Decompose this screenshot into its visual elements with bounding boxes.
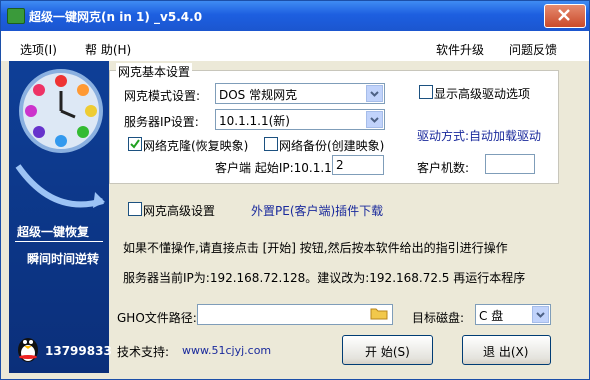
exit-button[interactable]: 退 出(X) bbox=[462, 335, 551, 365]
client-ip-label: 客户端 起始IP:10.1.1. bbox=[215, 161, 336, 175]
clone-label[interactable]: 网络克隆(恢复映象) bbox=[143, 137, 248, 154]
qq-penguin-icon bbox=[18, 338, 38, 362]
target-disk-label: 目标磁盘: bbox=[412, 311, 465, 325]
client-ip-input[interactable]: 2 bbox=[332, 155, 384, 175]
client-count-input[interactable] bbox=[485, 154, 535, 174]
start-button-label: 开 始(S) bbox=[365, 345, 410, 359]
app-icon bbox=[7, 8, 25, 24]
side-banner: 超级一键恢复 瞬间时间逆转 13799833 bbox=[9, 61, 112, 373]
exit-button-label: 退 出(X) bbox=[483, 345, 529, 359]
close-button[interactable] bbox=[544, 4, 586, 28]
clock-logo bbox=[19, 69, 103, 153]
show-advanced-checkbox[interactable] bbox=[419, 85, 433, 99]
backup-checkbox[interactable] bbox=[264, 137, 278, 151]
chevron-down-icon[interactable] bbox=[532, 306, 549, 323]
menu-upgrade[interactable]: 软件升级 bbox=[436, 41, 484, 58]
main-window: 超级一键网克(n in 1) _v5.4.0 选项(I) 帮 助(H) 软件升级… bbox=[0, 0, 590, 380]
mode-value: DOS 常规网克 bbox=[219, 88, 298, 102]
show-advanced-label[interactable]: 显示高级驱动选项 bbox=[434, 85, 530, 102]
support-url-link[interactable]: www.51cjyj.com bbox=[182, 344, 271, 357]
sidebar-tagline-2: 瞬间时间逆转 bbox=[27, 252, 100, 266]
clone-checkbox[interactable] bbox=[128, 137, 142, 151]
info-line-1: 如果不懂操作,请直接点击 [开始] 按钮,然后按本软件给出的指引进行操作 bbox=[123, 241, 508, 255]
menu-help[interactable]: 帮 助(H) bbox=[85, 41, 131, 58]
server-ip-value: 10.1.1.1(新) bbox=[219, 114, 290, 128]
mode-label: 网克模式设置: bbox=[124, 89, 201, 103]
sidebar-tagline-1: 超级一键恢复 bbox=[17, 225, 90, 239]
start-button[interactable]: 开 始(S) bbox=[342, 335, 433, 365]
advanced-label[interactable]: 网克高级设置 bbox=[143, 202, 215, 219]
menu-options[interactable]: 选项(I) bbox=[20, 41, 57, 58]
backup-label[interactable]: 网络备份(创建映象) bbox=[279, 137, 384, 154]
pe-plugin-link[interactable]: 外置PE(客户端)插件下载 bbox=[251, 202, 383, 219]
chevron-down-icon[interactable] bbox=[366, 111, 383, 128]
advanced-checkbox[interactable] bbox=[128, 202, 142, 216]
chevron-down-icon[interactable] bbox=[366, 85, 383, 102]
menu-feedback[interactable]: 问题反馈 bbox=[509, 41, 557, 58]
qq-number: 13799833 bbox=[45, 344, 112, 358]
target-disk-value: C 盘 bbox=[479, 309, 504, 323]
menu-bar: 选项(I) 帮 助(H) 软件升级 问题反馈 bbox=[1, 31, 589, 61]
target-disk-select[interactable]: C 盘 bbox=[475, 304, 551, 325]
window-title: 超级一键网克(n in 1) _v5.4.0 bbox=[29, 10, 203, 24]
close-icon bbox=[558, 9, 570, 21]
gho-path-label: GHO文件路径: bbox=[117, 311, 197, 325]
info-line-2: 服务器当前IP为:192.168.72.128。建议改为:192.168.72.… bbox=[123, 271, 526, 285]
server-ip-label: 服务器IP设置: bbox=[124, 115, 199, 129]
folder-icon[interactable] bbox=[370, 306, 388, 320]
server-ip-select[interactable]: 10.1.1.1(新) bbox=[215, 109, 385, 130]
client-ip-value: 2 bbox=[336, 158, 344, 172]
mode-select[interactable]: DOS 常规网克 bbox=[215, 83, 385, 104]
basic-settings-title: 网克基本设置 bbox=[116, 63, 193, 80]
swoosh-arrow-icon bbox=[15, 164, 105, 208]
sidebar-divider bbox=[15, 241, 103, 242]
driver-mode-label: 驱动方式:自动加载驱动 bbox=[417, 129, 542, 143]
support-label: 技术支持: bbox=[117, 345, 170, 359]
checkmark-icon bbox=[130, 139, 140, 149]
gho-path-input[interactable] bbox=[197, 304, 393, 325]
title-bar[interactable]: 超级一键网克(n in 1) _v5.4.0 bbox=[1, 1, 589, 31]
client-count-label: 客户机数: bbox=[417, 161, 470, 175]
